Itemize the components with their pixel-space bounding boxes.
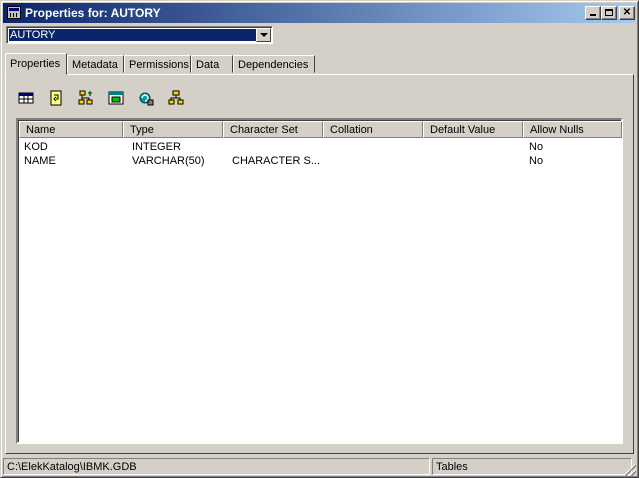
maximize-button[interactable] <box>601 6 617 20</box>
close-icon: ✕ <box>622 7 632 18</box>
table-row[interactable]: KOD INTEGER No <box>19 141 622 155</box>
add-field-button[interactable] <box>75 87 97 109</box>
table-row[interactable]: NAME VARCHAR(50) CHARACTER S... No <box>19 155 622 169</box>
table-properties-button[interactable] <box>15 87 37 109</box>
tab-label: Permissions <box>129 59 189 71</box>
add-field-icon <box>78 90 93 105</box>
status-section: Tables <box>432 458 632 475</box>
close-button[interactable]: ✕ <box>619 6 635 20</box>
new-document-icon <box>50 90 62 106</box>
tab-label: Properties <box>10 58 61 70</box>
grid-header: Name Type Character Set Collation Defaul… <box>19 121 622 138</box>
status-path: C:\ElekKatalog\IBMK.GDB <box>3 458 430 475</box>
column-header-type[interactable]: Type <box>123 121 223 138</box>
minimize-icon <box>590 14 596 16</box>
cell-charset: CHARACTER S... <box>232 155 321 167</box>
edit-field-icon <box>108 91 124 105</box>
hierarchy-icon <box>168 90 184 105</box>
column-header-character-set[interactable]: Character Set <box>223 121 323 138</box>
tab-metadata[interactable]: Metadata <box>67 55 124 73</box>
tab-data[interactable]: Data <box>191 55 233 73</box>
minimize-button[interactable] <box>585 6 601 20</box>
refresh-icon <box>139 92 154 106</box>
new-document-button[interactable] <box>45 87 67 109</box>
status-bar: C:\ElekKatalog\IBMK.GDB Tables <box>3 457 636 476</box>
tab-label: Data <box>196 59 220 71</box>
object-selector[interactable]: AUTORY <box>6 26 273 44</box>
cell-allow-nulls: No <box>529 155 544 167</box>
cell-name: NAME <box>24 155 56 167</box>
fields-grid[interactable]: Name Type Character Set Collation Defaul… <box>16 118 623 444</box>
window-icon[interactable] <box>7 6 21 19</box>
maximize-icon <box>605 9 613 16</box>
edit-field-button[interactable] <box>105 87 127 109</box>
object-selector-value: AUTORY <box>9 29 256 41</box>
tab-permissions[interactable]: Permissions <box>124 55 191 73</box>
resize-grip-icon[interactable] <box>624 464 636 476</box>
title-bar[interactable]: Properties for: AUTORY ✕ <box>3 3 636 23</box>
properties-window: Properties for: AUTORY ✕ AUTORY Properti… <box>0 0 639 478</box>
hierarchy-button[interactable] <box>165 87 187 109</box>
cell-allow-nulls: No <box>529 141 544 153</box>
column-header-allow-nulls[interactable]: Allow Nulls <box>523 121 622 138</box>
column-header-name[interactable]: Name <box>19 121 123 138</box>
tab-properties[interactable]: Properties <box>5 53 67 75</box>
cell-type: INTEGER <box>132 141 181 153</box>
table-properties-icon <box>18 92 34 104</box>
tab-dependencies[interactable]: Dependencies <box>233 55 315 73</box>
dropdown-arrow-icon[interactable] <box>256 28 271 42</box>
column-header-collation[interactable]: Collation <box>323 121 423 138</box>
window-title: Properties for: AUTORY <box>25 6 161 20</box>
column-header-default-value[interactable]: Default Value <box>423 121 523 138</box>
tab-label: Metadata <box>72 59 118 71</box>
refresh-button[interactable] <box>135 87 157 109</box>
cell-type: VARCHAR(50) <box>132 155 205 167</box>
cell-name: KOD <box>24 141 48 153</box>
tab-label: Dependencies <box>238 59 309 71</box>
